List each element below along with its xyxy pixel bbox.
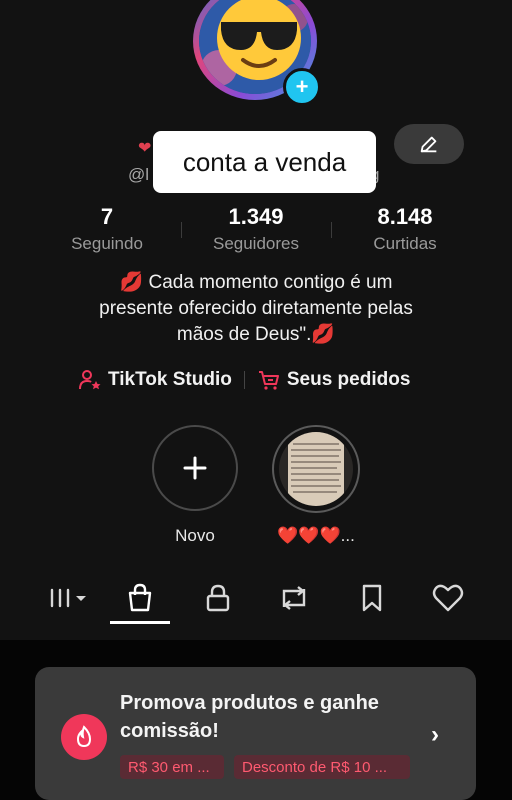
user-star-icon <box>79 370 101 390</box>
story-highlight[interactable] <box>272 425 360 513</box>
tab-liked[interactable] <box>420 575 476 621</box>
story-highlight-label: ❤️❤️❤️... <box>277 526 355 545</box>
profile-bio: 💋 Cada momento contigo é um presente ofe… <box>60 270 452 348</box>
following-count: 7 <box>100 204 114 229</box>
new-highlight-label: Novo <box>175 526 215 545</box>
promo-tag-cashback: R$ 30 em ... <box>120 755 224 779</box>
likes-count: 8.148 <box>377 204 433 229</box>
display-name-peek: ❤ <box>138 140 152 157</box>
links-divider <box>243 371 245 389</box>
profile-tabs <box>0 575 512 625</box>
bio-line: presente oferecido diretamente pelas <box>99 298 413 319</box>
profile-links-row: TikTok Studio Seus pedidos <box>78 366 410 394</box>
bio-line: mãos de Deus".💋 <box>176 324 336 345</box>
heart-icon <box>432 584 464 612</box>
tab-shop[interactable] <box>110 575 170 621</box>
videos-grid-icon <box>50 588 86 608</box>
likes-label: Curtidas <box>373 234 437 253</box>
pencil-icon <box>420 136 437 153</box>
repost-icon <box>282 586 306 610</box>
promo-title: Promova produtos e ganhe comissão! <box>120 692 379 742</box>
edit-profile-button[interactable] <box>394 124 464 164</box>
tab-videos[interactable] <box>40 575 96 621</box>
stat-divider <box>331 222 332 238</box>
stat-followers[interactable]: 1.349 Seguidores <box>186 204 326 254</box>
tiktok-studio-link[interactable]: TikTok Studio <box>78 368 232 392</box>
tab-private[interactable] <box>190 575 246 621</box>
new-highlight-button[interactable] <box>152 425 238 511</box>
bio-line: 💋 Cada momento contigo é um <box>119 272 393 293</box>
stat-following[interactable]: 7 Seguindo <box>37 204 177 254</box>
active-tab-indicator <box>110 621 170 624</box>
cart-icon <box>258 371 279 390</box>
username-peek-left: @l <box>128 165 150 184</box>
stat-likes[interactable]: 8.148 Curtidas <box>335 204 475 254</box>
add-avatar-button[interactable]: + <box>283 68 321 106</box>
stat-divider <box>181 222 182 238</box>
flame-icon <box>61 714 107 760</box>
lock-icon <box>206 584 230 612</box>
tab-saved[interactable] <box>344 575 400 621</box>
tiktok-studio-label: TikTok Studio <box>108 369 232 390</box>
orders-label: Seus pedidos <box>286 369 411 390</box>
chevron-right-icon[interactable]: › <box>431 721 439 749</box>
orders-link[interactable]: Seus pedidos <box>257 368 411 392</box>
tab-reposts[interactable] <box>266 575 322 621</box>
following-label: Seguindo <box>71 234 143 253</box>
bookmark-icon <box>362 584 382 612</box>
sale-overlay-label: conta a venda <box>153 131 376 193</box>
promo-tag-discount: Desconto de R$ 10 ... <box>234 755 410 779</box>
promo-card[interactable]: Promova produtos e ganhe comissão! › R$ … <box>35 667 476 800</box>
plus-icon <box>183 456 207 480</box>
paper-note-icon <box>291 443 341 493</box>
story-highlight-thumbnail <box>279 432 353 506</box>
shop-bag-icon <box>128 583 152 612</box>
followers-count: 1.349 <box>228 204 284 229</box>
followers-label: Seguidores <box>212 234 299 253</box>
